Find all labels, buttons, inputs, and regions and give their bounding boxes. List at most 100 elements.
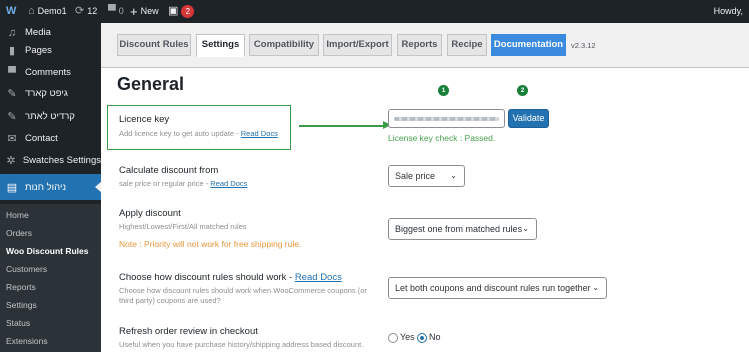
plus-icon: +: [130, 4, 138, 19]
notification-badge: 2: [181, 5, 195, 18]
calculate-select-value: Sale price: [395, 171, 436, 181]
apply-label: Apply discount: [119, 208, 181, 219]
calculate-select[interactable]: Sale price ⌄: [388, 165, 465, 187]
version-label: v2.3.12: [571, 41, 596, 50]
submenu-orders[interactable]: Orders: [6, 224, 32, 242]
licence-highlight-box: [107, 105, 291, 150]
tab-documentation[interactable]: Documentation: [491, 34, 566, 56]
apply-note: Note : Priority will not work for free s…: [119, 239, 302, 249]
refresh-no-label: No: [429, 332, 441, 342]
arrow-line: [299, 125, 385, 127]
pages-icon: ▮: [8, 45, 16, 57]
howdy-label: Howdy,: [713, 6, 743, 16]
comment-icon: ▀: [108, 5, 116, 17]
tab-discount-rules[interactable]: Discount Rules: [117, 34, 191, 56]
refresh-yes-radio[interactable]: [388, 333, 398, 343]
comments-link[interactable]: ▀ 0: [108, 0, 124, 23]
media-icon: ♫: [7, 26, 17, 39]
submenu: Home Orders Woo Discount Rules Customers…: [0, 204, 101, 352]
tab-bar: Discount Rules Settings Compatibility Im…: [101, 23, 749, 68]
blurred-key: [394, 117, 499, 121]
tab-reports[interactable]: Reports: [397, 34, 442, 56]
submenu-reports[interactable]: Reports: [6, 278, 36, 296]
plugin-icon: ▣: [168, 5, 179, 17]
sidebar-item-label: גיפט קארד: [25, 88, 68, 99]
admin-sidebar: ♫ Media ▮ Pages ▀ Comments ✎ גיפט קארד ✎…: [0, 23, 102, 352]
store-icon: ▤: [6, 181, 18, 194]
updates-count: 12: [87, 6, 98, 16]
sidebar-item-label: ניהול חנות: [25, 181, 67, 193]
apply-select[interactable]: Biggest one from matched rules ⌄: [388, 218, 537, 240]
calculate-label: Calculate discount from: [119, 165, 219, 176]
sidebar-item-gift-card[interactable]: ✎ גיפט קארד: [0, 83, 101, 104]
coupon-desc-line-1: Choose how discount rules should work wh…: [119, 286, 367, 295]
submenu-home[interactable]: Home: [6, 206, 29, 224]
calculate-desc: sale price or regular price - Read Docs: [119, 179, 247, 189]
licence-key-input[interactable]: [388, 109, 505, 128]
sidebar-item-swatches[interactable]: ✲ Swatches Settings: [0, 150, 101, 171]
calculate-desc-text: sale price or regular price -: [119, 179, 209, 188]
refresh-yes-label: Yes: [400, 332, 415, 342]
coupon-select-value: Let both coupons and discount rules run …: [395, 283, 591, 293]
coupon-label: Choose how discount rules should work - …: [119, 272, 342, 283]
licence-status: License key check : Passed.: [388, 133, 496, 143]
licence-desc-text: Add licence key to get auto update -: [119, 129, 239, 138]
mail-icon: ✉: [7, 133, 17, 145]
refresh-desc: Useful when you have purchase history/sh…: [119, 340, 364, 349]
sidebar-item-store-management[interactable]: ▤ ניהול חנות: [0, 174, 102, 200]
page-title: General: [117, 74, 185, 94]
submenu-settings[interactable]: Settings: [6, 296, 37, 314]
sidebar-item-label: Media: [25, 27, 51, 38]
site-name: Demo1: [37, 6, 67, 16]
step-marker-2: 2: [517, 85, 528, 96]
tab-settings[interactable]: Settings: [196, 34, 245, 57]
tab-compatibility[interactable]: Compatibility: [249, 34, 319, 56]
howdy-account[interactable]: Howdy,: [714, 0, 743, 23]
apply-select-value: Biggest one from matched rules: [395, 224, 523, 234]
site-name-link[interactable]: ⌂ Demo1: [28, 0, 67, 23]
calculate-read-docs-link[interactable]: Read Docs: [210, 179, 247, 188]
submenu-woo-discount-rules[interactable]: Woo Discount Rules: [6, 242, 89, 260]
comments-icon: ▀: [8, 66, 16, 79]
chevron-down-icon: ⌄: [592, 283, 599, 292]
comments-count: 0: [118, 6, 124, 16]
home-icon: ⌂: [28, 5, 35, 17]
main-content: Discount Rules Settings Compatibility Im…: [101, 23, 749, 352]
chevron-down-icon: ⌄: [450, 171, 457, 180]
submenu-customers[interactable]: Customers: [6, 260, 47, 278]
sidebar-item-label: Comments: [25, 67, 71, 78]
submenu-extensions[interactable]: Extensions: [6, 332, 48, 350]
updates-link[interactable]: ⟳ 12: [75, 0, 97, 23]
sidebar-item-label: Swatches Settings: [22, 155, 101, 166]
new-label: New: [140, 6, 159, 16]
refresh-label: Refresh order review in checkout: [119, 326, 258, 337]
coupon-select[interactable]: Let both coupons and discount rules run …: [388, 277, 607, 299]
licence-read-docs-link[interactable]: Read Docs: [241, 129, 278, 138]
pin-icon: ✎: [7, 111, 17, 123]
gear-icon: ✲: [6, 155, 16, 167]
pin-icon: ✎: [7, 88, 17, 100]
coupon-label-text: Choose how discount rules should work -: [119, 272, 293, 283]
sidebar-item-contact[interactable]: ✉ Contact: [0, 128, 101, 149]
sidebar-item-comments[interactable]: ▀ Comments: [0, 62, 101, 83]
sidebar-item-site-credit[interactable]: ✎ קרדיט לאתר: [0, 106, 101, 127]
submenu-status[interactable]: Status: [6, 314, 30, 332]
sidebar-item-pages[interactable]: ▮ Pages: [0, 40, 101, 61]
refresh-no-radio[interactable]: [417, 333, 427, 343]
validate-button[interactable]: Validate: [508, 109, 549, 128]
sidebar-item-label: קרדיט לאתר: [25, 111, 75, 122]
step-marker-1: 1: [438, 85, 449, 96]
tab-recipe[interactable]: Recipe: [447, 34, 487, 56]
chevron-down-icon: ⌄: [522, 224, 529, 233]
licence-desc: Add licence key to get auto update - Rea…: [119, 129, 278, 139]
wordpress-logo[interactable]: W: [6, 0, 16, 23]
sidebar-item-label: Pages: [25, 45, 52, 56]
sidebar-item-label: Contact: [25, 133, 58, 144]
refresh-icon: ⟳: [75, 5, 85, 17]
new-content-link[interactable]: + New: [130, 0, 159, 23]
plugin-notifications[interactable]: ▣ 2: [168, 0, 195, 23]
coupon-read-docs-link[interactable]: Read Docs: [295, 272, 342, 283]
admin-bar: W ⌂ Demo1 ⟳ 12 ▀ 0 + New ▣ 2 Howdy,: [0, 0, 749, 23]
coupon-desc-line-2: third party) coupons are used?: [119, 296, 221, 305]
tab-import-export[interactable]: Import/Export: [323, 34, 392, 56]
